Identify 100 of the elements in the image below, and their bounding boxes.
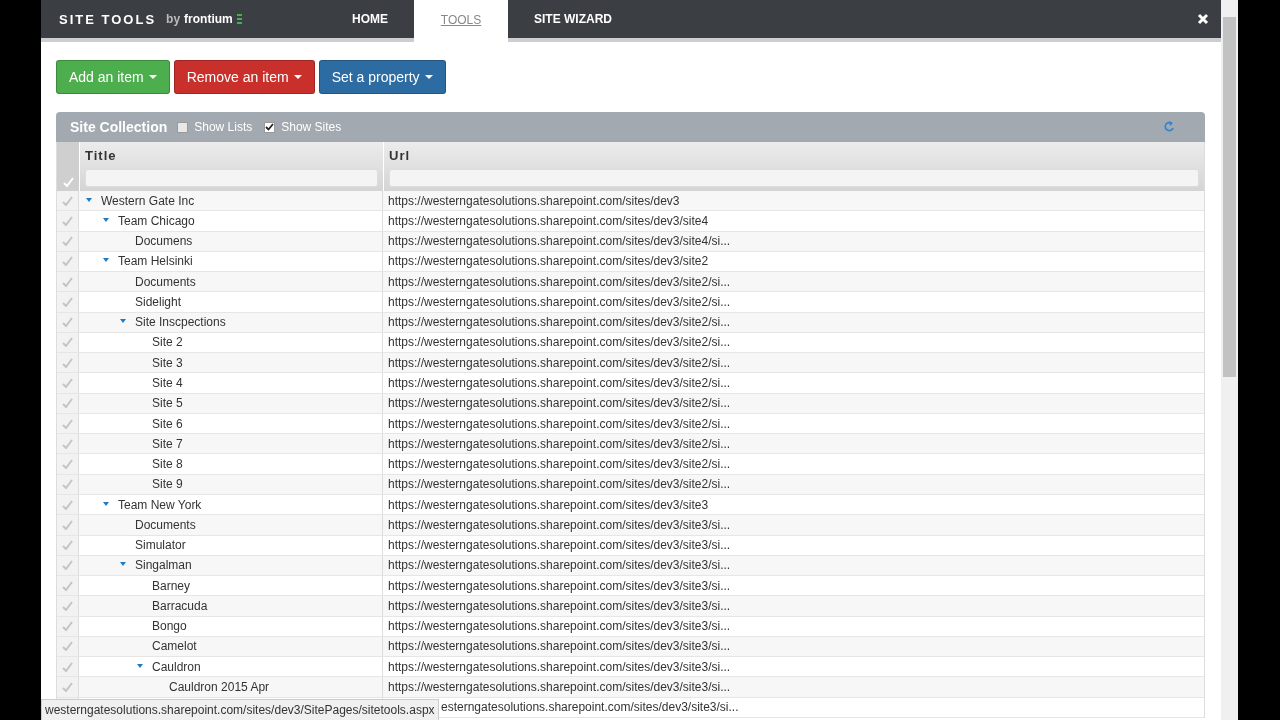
site-title: Documents — [135, 517, 196, 532]
site-title: Site 2 — [152, 335, 183, 350]
site-url: https://westerngatesolutions.sharepoint.com/sites/dev3/site2/si... — [388, 294, 731, 309]
scrollbar[interactable] — [1221, 0, 1238, 720]
site-url: https://westerngatesolutions.sharepoint.com/sites/dev3/site3/si... — [388, 558, 731, 573]
checkbox-label: Show Sites — [281, 120, 342, 134]
site-title: Site 5 — [152, 396, 183, 411]
check-icon — [265, 123, 275, 131]
dropdown-button[interactable]: Set a property — [318, 60, 446, 94]
site-url: https://westerngatesolutions.sharepoint.com/sites/dev3/site2 — [388, 254, 709, 269]
check-icon — [62, 540, 73, 551]
caret-icon — [293, 75, 302, 79]
checkbox-label: Show Lists — [194, 120, 253, 134]
site-title: Site 4 — [152, 376, 183, 390]
site-url: https://westerngatesolutions.sharepoint.com/sites/dev3/site2/si... — [388, 335, 731, 350]
check-icon — [62, 459, 73, 470]
check-icon — [62, 580, 73, 591]
site-title: Site 3 — [152, 355, 183, 370]
site-title: Site 6 — [152, 416, 183, 431]
site-title: Sidelight — [135, 294, 182, 309]
site-title: Barracuda — [152, 598, 208, 613]
nav-tab[interactable]: HOME — [326, 0, 414, 38]
check-icon — [62, 560, 73, 571]
bars-icon — [236, 14, 242, 24]
site-url: https://westerngatesolutions.sharepoint.com/sites/dev3/site2/si... — [388, 477, 731, 492]
site-title: Team Chicago — [118, 213, 195, 228]
check-icon — [62, 256, 73, 267]
site-url: https://westerngatesolutions.sharepoint.com/sites/dev3/site3/si... — [388, 517, 731, 532]
check-icon — [62, 276, 73, 287]
filter-field[interactable] — [389, 168, 1199, 187]
site-title: Site 9 — [152, 477, 183, 492]
site-title: Site 8 — [152, 457, 183, 472]
check-icon — [62, 499, 73, 510]
check-icon — [62, 398, 73, 409]
column-header[interactable]: Title — [85, 148, 378, 168]
site-title: Simulator — [135, 538, 186, 553]
check-icon — [62, 317, 73, 328]
check-icon — [62, 438, 73, 449]
close-icon[interactable] — [1197, 13, 1209, 25]
site-title: Western Gate Inc — [101, 193, 195, 208]
site-title: Team New York — [118, 497, 202, 512]
site-url: https://westerngatesolutions.sharepoint.com/sites/dev3/site3/si... — [388, 619, 731, 634]
site-title: Barney — [152, 578, 191, 593]
site-url: https://westerngatesolutions.sharepoint.com/sites/dev3/site4/si... — [388, 234, 731, 249]
brand-by: by — [166, 12, 181, 26]
site-url: https://westerngatesolutions.sharepoint.com/sites/dev3/site2/si... — [388, 315, 731, 330]
check-icon — [62, 378, 73, 388]
site-url: https://westerngatesolutions.sharepoint.com/sites/dev3/site2/si... — [388, 274, 731, 289]
site-url: https://westerngatesolutions.sharepoint.com/sites/dev3/site2/si... — [388, 457, 731, 472]
brand-name: SITE TOOLS — [59, 11, 157, 27]
check-icon — [62, 215, 73, 226]
caret-icon — [424, 75, 433, 79]
site-url: esterngatesolutions.sharepoint.com/sites/dev3/site3/si... — [441, 700, 739, 715]
site-title: Documents — [135, 274, 196, 289]
nav-tab[interactable]: SITE WIZARD — [508, 0, 638, 38]
site-title: Team Helsinki — [118, 254, 193, 269]
check-icon — [62, 236, 73, 247]
check-icon — [62, 479, 73, 490]
check-icon — [62, 296, 73, 307]
site-url: https://westerngatesolutions.sharepoint.com/sites/dev3/site3/si... — [388, 639, 731, 654]
check-icon — [62, 519, 73, 530]
check-icon — [62, 661, 73, 672]
check-icon — [62, 357, 73, 368]
site-url: https://westerngatesolutions.sharepoint.com/sites/dev3/site3 — [388, 497, 709, 512]
panel-title: Site Collection — [70, 119, 168, 135]
check-icon — [62, 621, 73, 632]
status-bar: westerngatesolutions.sharepoint.com/sites/dev3/SitePages/sitetools.aspx — [41, 699, 439, 720]
site-title: Camelot — [152, 639, 197, 654]
site-url: https://westerngatesolutions.sharepoint.com/sites/dev3/site2/si... — [388, 436, 731, 451]
checkbox[interactable] — [264, 121, 276, 133]
site-url: https://westerngatesolutions.sharepoint.com/sites/dev3/site2/si... — [388, 396, 731, 411]
check-icon — [62, 418, 73, 429]
site-url: https://westerngatesolutions.sharepoint.com/sites/dev3 — [388, 193, 680, 208]
site-url: https://westerngatesolutions.sharepoint.com/sites/dev3/site2/si... — [388, 355, 731, 370]
check-icon — [62, 682, 73, 692]
site-title: Bongo — [152, 619, 187, 634]
column-header[interactable]: Url — [389, 148, 1199, 168]
site-title: Documens — [135, 234, 193, 249]
site-url: https://westerngatesolutions.sharepoint.com/sites/dev3/site4 — [388, 213, 709, 228]
site-title: Cauldron — [152, 659, 201, 674]
filter-field[interactable] — [85, 168, 378, 187]
checkbox[interactable] — [177, 121, 189, 133]
check-icon — [62, 195, 73, 206]
caret-icon — [148, 75, 157, 79]
site-title: Site Inscpections — [135, 315, 226, 330]
site-url: https://westerngatesolutions.sharepoint.com/sites/dev3/site2/si... — [388, 376, 731, 390]
check-icon — [62, 641, 73, 652]
site-title: Site 7 — [152, 436, 183, 451]
site-title: Singalman — [135, 558, 192, 573]
site-url: https://westerngatesolutions.sharepoint.com/sites/dev3/site3/si... — [388, 578, 731, 593]
site-url: https://westerngatesolutions.sharepoint.com/sites/dev3/site3/si... — [388, 538, 731, 553]
check-icon — [62, 337, 73, 348]
dropdown-button[interactable]: Remove an item — [173, 60, 315, 94]
check-icon — [62, 177, 74, 187]
site-url: https://westerngatesolutions.sharepoint.com/sites/dev3/site3/si... — [388, 659, 731, 674]
site-url: https://westerngatesolutions.sharepoint.com/sites/dev3/site2/si... — [388, 416, 731, 431]
check-icon — [62, 600, 73, 611]
site-url: https://westerngatesolutions.sharepoint.com/sites/dev3/site3/si... — [388, 680, 731, 694]
brand-company: frontium — [184, 12, 233, 26]
site-url: https://westerngatesolutions.sharepoint.com/sites/dev3/site3/si... — [388, 598, 731, 613]
